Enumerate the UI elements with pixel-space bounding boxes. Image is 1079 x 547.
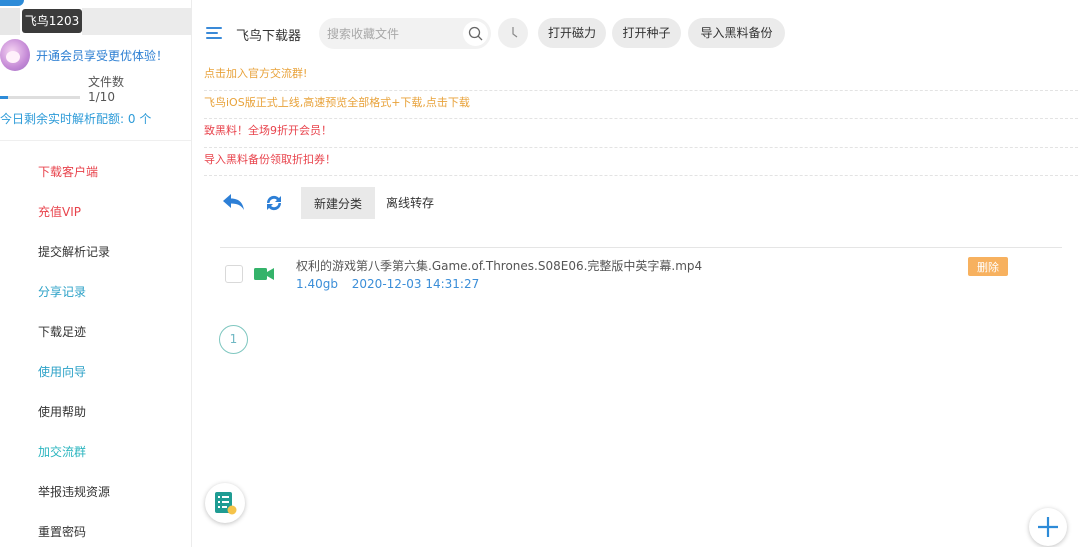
notice-link[interactable]: 飞鸟iOS版正式上线,高速预览全部格式+下载,点击下载 — [204, 91, 1078, 119]
vip-upgrade-link[interactable]: 开通会员享受更优体验！ — [36, 47, 168, 64]
file-toolbar: 新建分类 离线转存 — [220, 186, 1070, 220]
file-list-divider — [220, 247, 1062, 248]
file-meta: 1.40gb 2020-12-03 14:31:27 — [296, 277, 489, 291]
quota-value: 0 — [127, 112, 136, 126]
file-size: 1.40gb — [296, 277, 338, 291]
sidebar-item[interactable]: 下载客户端 — [0, 152, 191, 192]
sidebar-item[interactable]: 举报违规资源 — [0, 472, 191, 512]
file-name[interactable]: 权利的游戏第八季第六集.Game.of.Thrones.S08E06.完整版中英… — [296, 257, 702, 274]
sidebar-item[interactable]: 提交解析记录 — [0, 232, 191, 272]
delete-button[interactable]: 删除 — [968, 257, 1008, 276]
back-button[interactable] — [222, 192, 246, 212]
menu-toggle-icon[interactable] — [206, 27, 222, 39]
refresh-button[interactable] — [263, 192, 285, 214]
file-checkbox[interactable] — [225, 265, 243, 283]
notice-list: 点击加入官方交流群! 飞鸟iOS版正式上线,高速预览全部格式+下载,点击下载 致黑料… — [204, 62, 1078, 176]
search-input[interactable] — [327, 25, 455, 42]
sidebar-item[interactable]: 使用向导 — [0, 352, 191, 392]
parse-quota: 今日剩余实时解析配额: 0 个 — [0, 110, 151, 127]
notice-link[interactable]: 导入黑料备份领取折扣券！ — [204, 148, 1078, 176]
new-category-button[interactable]: 新建分类 — [301, 187, 375, 219]
sidebar-item[interactable]: 使用帮助 — [0, 392, 191, 432]
clock-icon — [512, 27, 518, 38]
file-date: 2020-12-03 14:31:27 — [351, 277, 480, 291]
import-backup-button[interactable]: 导入黑料备份 — [688, 18, 785, 48]
avatar[interactable] — [0, 39, 30, 71]
plus-icon — [1038, 517, 1058, 537]
files-label: 文件数 — [88, 75, 125, 89]
user-panel: 飞鸟1203 开通会员享受更优体验！ 文件数 1/10 今日剩余实时解析配额: … — [0, 0, 192, 140]
files-count: 1/10 — [88, 90, 115, 104]
add-button[interactable] — [1029, 508, 1067, 546]
quota-unit: 个 — [139, 112, 152, 126]
task-list-icon — [215, 492, 237, 515]
top-bar: 飞鸟下载器 打开磁力 打开种子 导入黑料备份 — [192, 0, 1079, 62]
history-button[interactable] — [498, 18, 528, 48]
search-icon — [468, 26, 483, 41]
quota-label: 今日剩余实时解析配额: — [0, 112, 125, 126]
sidebar-item[interactable]: 重置密码 — [0, 512, 191, 547]
notice-link[interactable]: 点击加入官方交流群! — [204, 62, 1078, 91]
username-bar — [0, 8, 20, 35]
back-arrow-icon — [223, 194, 244, 210]
sidebar: 飞鸟1203 开通会员享受更优体验！ 文件数 1/10 今日剩余实时解析配额: … — [0, 0, 192, 547]
refresh-icon — [266, 195, 282, 211]
username-band — [82, 8, 192, 35]
app-title: 飞鸟下载器 — [236, 29, 302, 44]
search-button[interactable] — [463, 21, 488, 46]
video-file-icon — [254, 267, 274, 281]
notice-link[interactable]: 致黑料！全场9折开会员！ — [204, 119, 1078, 148]
sidebar-item[interactable]: 加交流群 — [0, 432, 191, 472]
files-progress-bar — [0, 96, 80, 99]
sidebar-item[interactable]: 下载足迹 — [0, 312, 191, 352]
search-box — [319, 18, 491, 49]
open-magnet-button[interactable]: 打开磁力 — [538, 18, 606, 48]
sidebar-divider — [0, 140, 191, 141]
username-tooltip: 飞鸟1203 — [22, 9, 82, 33]
file-row[interactable]: 权利的游戏第八季第六集.Game.of.Thrones.S08E06.完整版中英… — [220, 253, 1062, 295]
sidebar-item[interactable]: 充值VIP — [0, 192, 191, 232]
offline-transfer-link[interactable]: 离线转存 — [386, 194, 434, 211]
sidebar-item[interactable]: 分享记录 — [0, 272, 191, 312]
open-torrent-button[interactable]: 打开种子 — [612, 18, 681, 48]
task-list-button[interactable] — [205, 483, 245, 523]
sidebar-menu: 下载客户端 充值VIP 提交解析记录 分享记录 下载足迹 使用向导 使用帮助 加交流群 举报违规… — [0, 152, 191, 547]
page-number-current[interactable]: 1 — [219, 325, 248, 354]
files-progress-fill — [0, 96, 8, 99]
app-logo-corner — [0, 0, 24, 6]
